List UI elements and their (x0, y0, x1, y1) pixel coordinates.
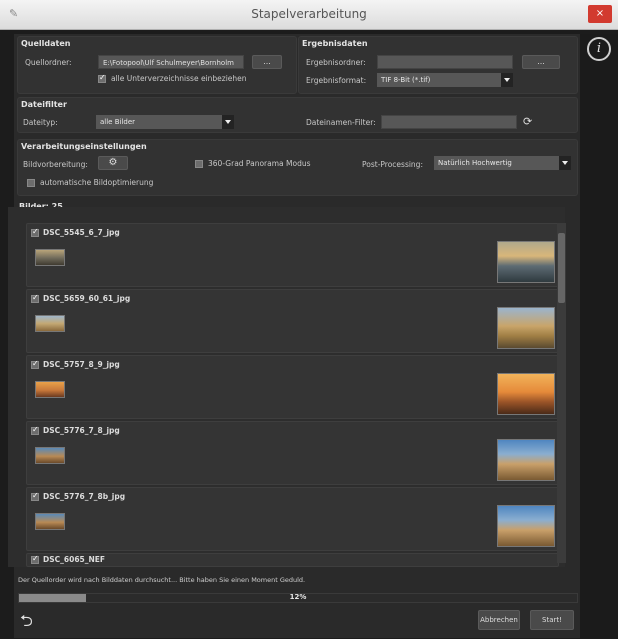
filter-panel: Dateifilter Dateityp: alle Bilder Datein… (17, 97, 578, 133)
chevron-down-icon (501, 73, 513, 87)
large-thumbnail (497, 307, 555, 349)
filter-heading: Dateifilter (21, 100, 67, 109)
item-name: DSC_5757_8_9_jpg (43, 360, 120, 369)
result-browse-button[interactable]: ... (522, 55, 560, 69)
title-bar: ✎ Stapelverarbeitung × (0, 0, 618, 30)
source-folder-field[interactable]: E:\Fotopool\Ulf Schulmeyer\Bornholm (98, 55, 244, 69)
auto-optimize-checkbox[interactable] (27, 179, 35, 187)
large-thumbnail (497, 505, 555, 547)
processing-panel: Verarbeitungseinstellungen Bildvorbereit… (17, 139, 578, 196)
result-panel: Ergebnisdaten Ergebnisordner: ... Ergebn… (298, 36, 578, 94)
start-button[interactable]: Start! (530, 610, 574, 630)
processing-heading: Verarbeitungseinstellungen (21, 142, 147, 151)
subdirs-checkbox[interactable] (98, 73, 106, 83)
list-item[interactable]: DSC_5659_60_61_jpg (26, 289, 559, 353)
item-checkbox[interactable] (31, 425, 39, 435)
item-checkbox[interactable] (31, 293, 39, 303)
post-processing-label: Post-Processing: (362, 160, 423, 169)
panorama-checkbox[interactable] (195, 160, 203, 168)
chevron-down-icon (559, 156, 571, 170)
status-message: Der Quellorder wird nach Bilddaten durch… (18, 576, 306, 584)
scrollbar-thumb[interactable] (558, 233, 565, 303)
item-checkbox[interactable] (31, 554, 39, 564)
large-thumbnail (497, 373, 555, 415)
list-item[interactable]: DSC_5757_8_9_jpg (26, 355, 559, 419)
progress-label: 12% (289, 593, 307, 601)
undo-icon[interactable]: ⮌ (20, 610, 42, 632)
cancel-button[interactable]: Abbrechen (478, 610, 520, 630)
source-heading: Quelldaten (21, 39, 71, 48)
result-folder-field[interactable] (377, 55, 513, 69)
item-name: DSC_5776_7_8_jpg (43, 426, 120, 435)
filter-name-label: Dateinamen-Filter: (306, 118, 376, 127)
small-thumbnail (35, 249, 65, 266)
item-name: DSC_5545_6_7_jpg (43, 228, 120, 237)
result-format-value: TIF 8-Bit (*.tif) (381, 76, 431, 84)
large-thumbnail (497, 241, 555, 283)
refresh-icon[interactable]: ⟳ (523, 115, 532, 128)
result-format-label: Ergebnisformat: (306, 76, 367, 85)
window-title: Stapelverarbeitung (251, 7, 367, 21)
filter-type-dropdown[interactable]: alle Bilder (96, 115, 234, 129)
item-checkbox[interactable] (31, 491, 39, 501)
source-panel: Quelldaten Quellordner: E:\Fotopool\Ulf … (17, 36, 297, 94)
source-folder-label: Quellordner: (25, 58, 72, 67)
item-name: DSC_5776_7_8b_jpg (43, 492, 126, 501)
pre-processing-label: Bildvorbereitung: (23, 160, 88, 169)
result-heading: Ergebnisdaten (302, 39, 368, 48)
list-item[interactable]: DSC_5545_6_7_jpg (26, 223, 559, 287)
item-checkbox[interactable] (31, 359, 39, 369)
chevron-down-icon (222, 115, 234, 129)
list-scrollbar[interactable] (557, 223, 566, 563)
pre-processing-button[interactable]: ⚙ (98, 156, 128, 170)
progress-bar: 12% (18, 593, 578, 603)
small-thumbnail (35, 513, 65, 530)
panorama-label: 360-Grad Panorama Modus (208, 159, 311, 168)
small-thumbnail (35, 447, 65, 464)
item-checkbox[interactable] (31, 227, 39, 237)
item-name: DSC_6065_NEF (43, 555, 106, 564)
result-folder-label: Ergebnisordner: (306, 58, 366, 67)
right-column: i (580, 34, 618, 639)
source-browse-button[interactable]: ... (252, 55, 282, 69)
post-processing-value: Natürlich Hochwertig (438, 159, 512, 167)
item-name: DSC_5659_60_61_jpg (43, 294, 131, 303)
auto-optimize-label: automatische Bildoptimierung (40, 178, 154, 187)
close-button[interactable]: × (588, 5, 612, 23)
list-item[interactable]: DSC_5776_7_8b_jpg (26, 487, 559, 551)
result-format-dropdown[interactable]: TIF 8-Bit (*.tif) (377, 73, 513, 87)
list-item[interactable]: DSC_5776_7_8_jpg (26, 421, 559, 485)
small-thumbnail (35, 381, 65, 398)
post-processing-dropdown[interactable]: Natürlich Hochwertig (434, 156, 571, 170)
large-thumbnail (497, 439, 555, 481)
filter-type-label: Dateityp: (23, 118, 58, 127)
info-icon[interactable]: i (587, 37, 611, 61)
list-item[interactable]: DSC_6065_NEF (26, 553, 559, 567)
small-thumbnail (35, 315, 65, 332)
filter-type-value: alle Bilder (100, 118, 136, 126)
subdirs-label: alle Unterverzeichnisse einbeziehen (111, 74, 247, 83)
filter-name-field[interactable] (381, 115, 517, 129)
gear-icon: ⚙ (108, 157, 118, 168)
